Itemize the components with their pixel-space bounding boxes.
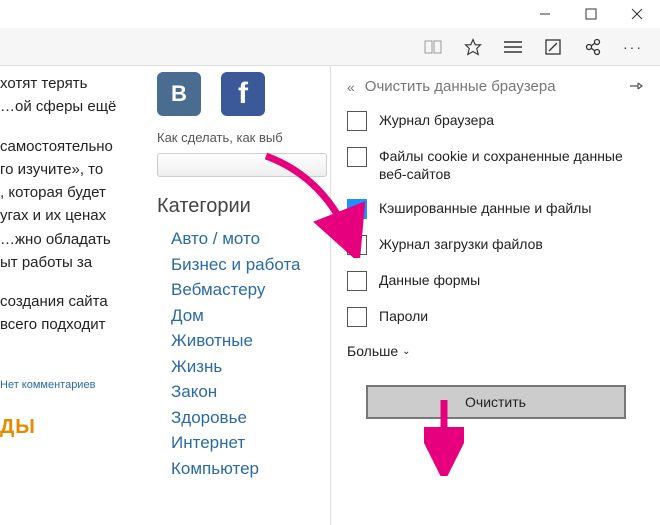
category-link[interactable]: Жизнь (171, 354, 330, 380)
clear-data-option[interactable]: Пароли (347, 307, 644, 327)
sidebar-column: B f Как сделать, как выб Категории Авто … (145, 66, 330, 525)
category-link[interactable]: Интернет (171, 430, 330, 456)
options-list: Журнал браузера Файлы cookie и сохраненны… (347, 111, 644, 327)
more-label: Больше (347, 343, 398, 359)
checkbox[interactable]: ✓ (347, 199, 367, 219)
category-link[interactable]: Авто / мото (171, 226, 330, 252)
article-text: самостоятельно го изучите», то , которая… (0, 135, 139, 275)
window-titlebar (0, 0, 660, 28)
category-link[interactable]: Дом (171, 303, 330, 329)
checkbox[interactable] (347, 111, 367, 131)
option-label: Кэшированные данные и файлы (379, 199, 591, 217)
clear-data-panel: « Очистить данные браузера Журнал браузе… (330, 66, 660, 525)
search-input[interactable] (157, 153, 327, 177)
reading-view-icon[interactable] (424, 38, 442, 56)
category-link[interactable]: Компьютер (171, 456, 330, 482)
back-chevron-icon[interactable]: « (347, 79, 355, 95)
categories-heading: Категории (157, 195, 330, 218)
browser-toolbar: ··· (0, 28, 660, 66)
category-list: Авто / мотоБизнес и работаВебмастеруДомЖ… (157, 226, 330, 481)
favorite-star-icon[interactable] (464, 38, 482, 56)
more-icon[interactable]: ··· (624, 38, 642, 56)
site-tagline: Как сделать, как выб (157, 130, 330, 145)
option-label: Файлы cookie и сохраненные данные веб-са… (379, 147, 644, 183)
clear-button[interactable]: Очистить (366, 385, 626, 419)
article-text: хотят терять …ой сферы ещё (0, 72, 139, 119)
checkbox[interactable] (347, 271, 367, 291)
category-link[interactable]: Закон (171, 379, 330, 405)
facebook-icon[interactable]: f (221, 72, 265, 116)
social-row: B f (157, 72, 330, 116)
window-close-button[interactable] (614, 0, 660, 28)
option-label: Журнал браузера (379, 111, 494, 129)
category-link[interactable]: Вебмастеру (171, 277, 330, 303)
heading-fragment: ДЫ (0, 412, 139, 443)
window-maximize-button[interactable] (568, 0, 614, 28)
category-link[interactable]: Бизнес и работа (171, 252, 330, 278)
article-fragment-column: хотят терять …ой сферы ещё самостоятельн… (0, 66, 145, 525)
more-toggle[interactable]: Больше ⌄ (347, 343, 644, 359)
panel-title: Очистить данные браузера (365, 78, 618, 95)
option-label: Журнал загрузки файлов (379, 235, 543, 253)
webnote-icon[interactable] (544, 38, 562, 56)
category-link[interactable]: Животные (171, 328, 330, 354)
window-minimize-button[interactable] (522, 0, 568, 28)
option-label: Пароли (379, 307, 428, 325)
hub-icon[interactable] (504, 38, 522, 56)
option-label: Данные формы (379, 271, 480, 289)
clear-data-option[interactable]: Журнал браузера (347, 111, 644, 131)
clear-data-option[interactable]: Данные формы (347, 271, 644, 291)
clear-data-option[interactable]: ✓ Кэшированные данные и файлы (347, 199, 644, 219)
vk-icon[interactable]: B (157, 72, 201, 116)
checkbox[interactable] (347, 307, 367, 327)
clear-data-option[interactable]: Файлы cookie и сохраненные данные веб-са… (347, 147, 644, 183)
checkbox[interactable] (347, 147, 367, 167)
category-link[interactable]: Здоровье (171, 405, 330, 431)
share-icon[interactable] (584, 38, 602, 56)
clear-data-option[interactable]: Журнал загрузки файлов (347, 235, 644, 255)
article-text: создания сайта всего подходит (0, 290, 139, 337)
chevron-down-icon: ⌄ (402, 346, 410, 357)
checkbox[interactable] (347, 235, 367, 255)
pin-icon[interactable] (628, 79, 644, 95)
no-comments-link[interactable]: Нет комментариев (0, 353, 139, 394)
